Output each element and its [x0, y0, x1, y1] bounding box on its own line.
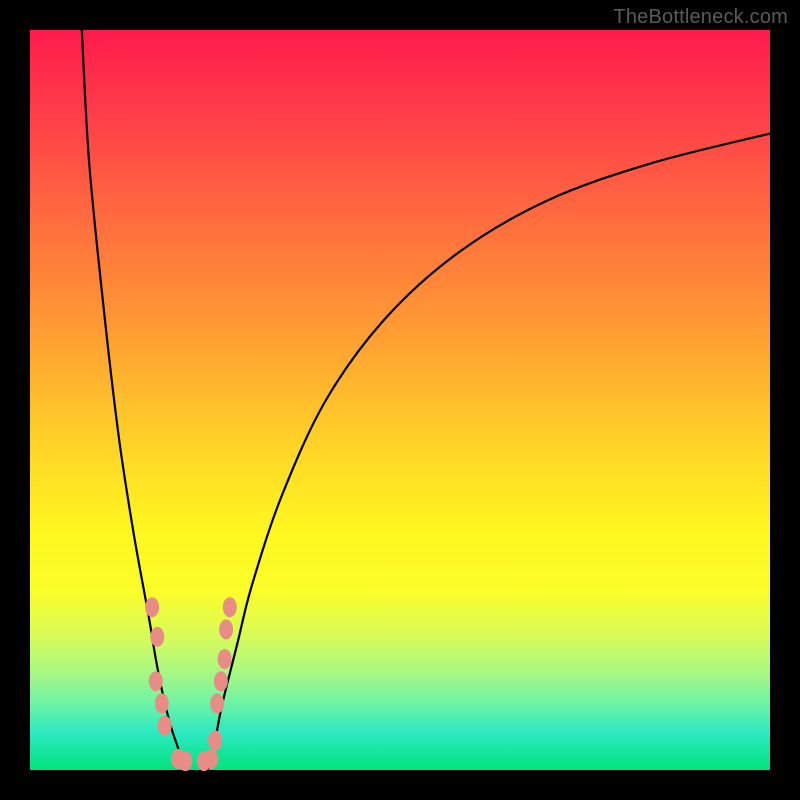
left-branch-curve	[82, 30, 186, 770]
data-marker	[158, 716, 172, 736]
data-marker	[219, 619, 233, 639]
data-marker	[155, 693, 169, 713]
data-marker	[178, 751, 192, 771]
data-marker	[208, 730, 222, 750]
data-marker	[149, 671, 163, 691]
data-marker	[218, 649, 232, 669]
data-marker	[145, 597, 159, 617]
plot-area	[30, 30, 770, 770]
marker-group	[145, 597, 237, 771]
data-marker	[223, 597, 237, 617]
data-marker	[210, 693, 224, 713]
data-marker	[204, 749, 218, 769]
right-branch-curve	[208, 134, 770, 770]
data-marker	[150, 627, 164, 647]
watermark-text: TheBottleneck.com	[613, 6, 788, 29]
chart-svg	[30, 30, 770, 770]
data-marker	[214, 671, 228, 691]
outer-frame: TheBottleneck.com	[0, 0, 800, 800]
